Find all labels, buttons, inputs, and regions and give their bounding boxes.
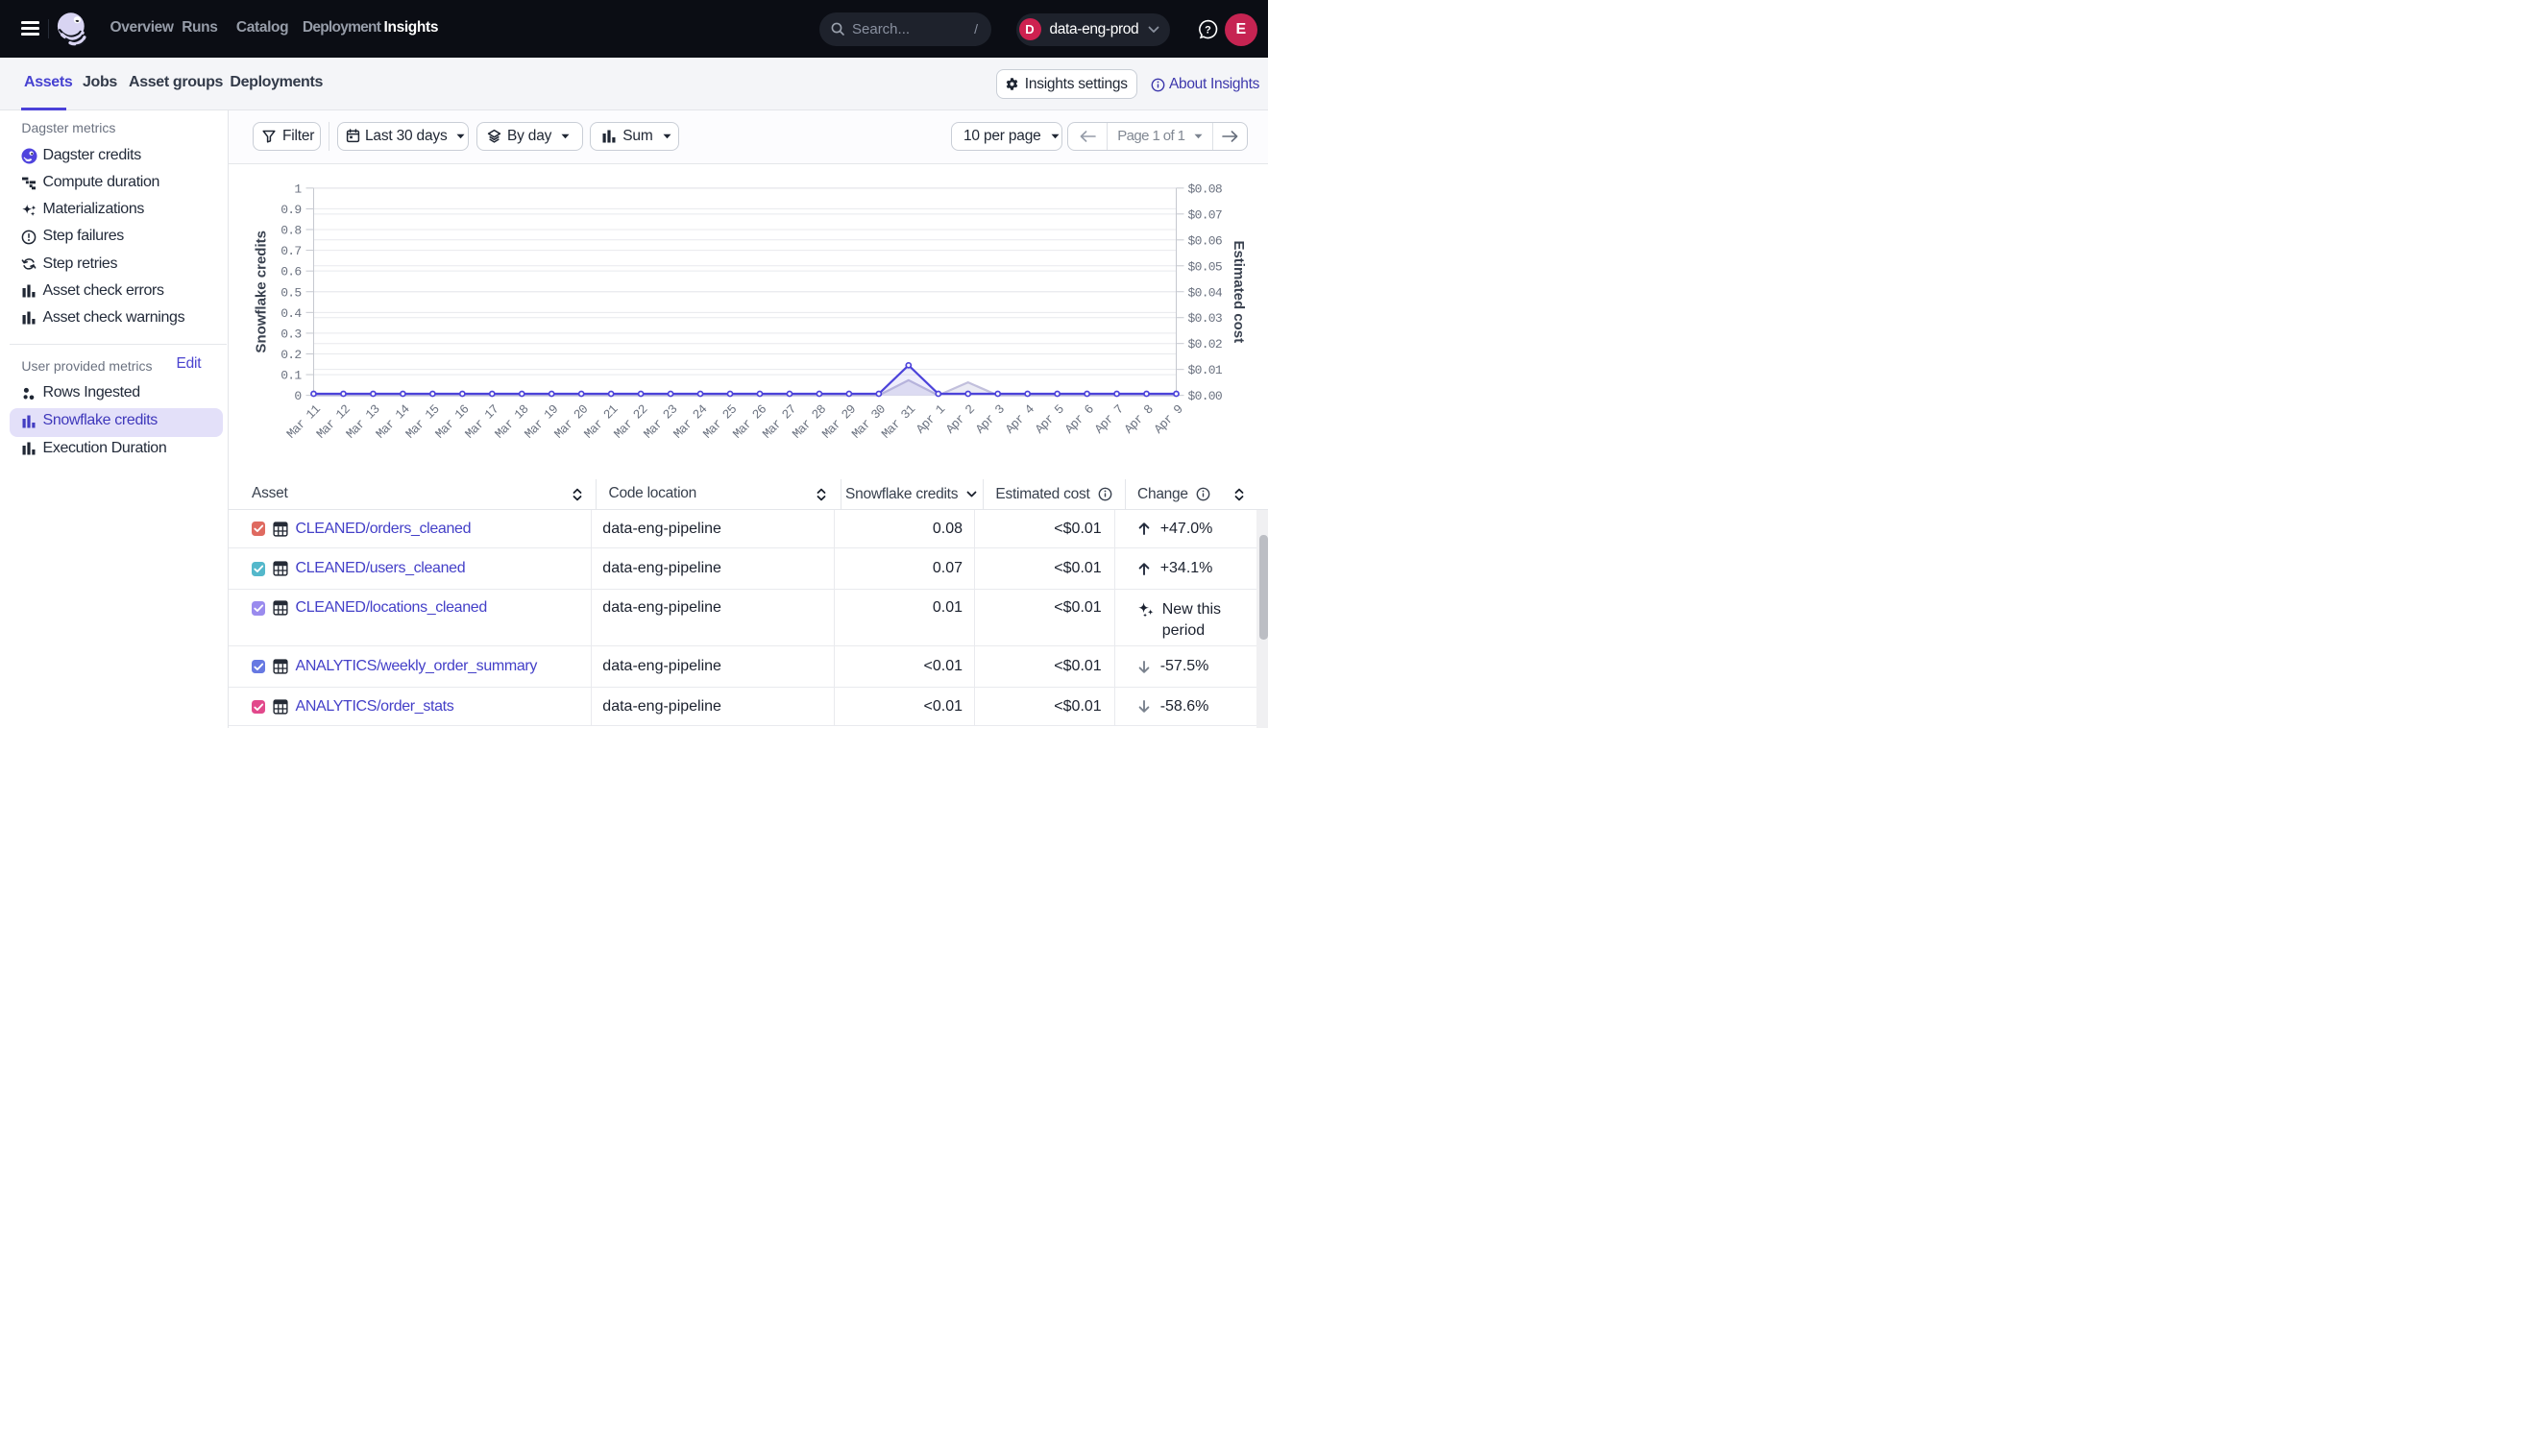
svg-text:0.1: 0.1 bbox=[280, 368, 302, 382]
svg-text:0.7: 0.7 bbox=[280, 244, 301, 258]
svg-text:Apr 5: Apr 5 bbox=[1032, 401, 1066, 436]
svg-text:$0.07: $0.07 bbox=[1187, 207, 1222, 222]
svg-text:$0.04: $0.04 bbox=[1187, 285, 1222, 300]
svg-text:0.5: 0.5 bbox=[280, 285, 301, 300]
svg-text:?: ? bbox=[1205, 25, 1211, 36]
svg-text:$0.01: $0.01 bbox=[1187, 363, 1222, 377]
svg-text:$0.02: $0.02 bbox=[1187, 337, 1222, 352]
svg-text:$0.08: $0.08 bbox=[1187, 182, 1222, 196]
svg-text:Apr 2: Apr 2 bbox=[942, 401, 977, 436]
svg-text:0.3: 0.3 bbox=[280, 327, 301, 341]
svg-text:$0.06: $0.06 bbox=[1187, 233, 1222, 248]
svg-text:Apr 4: Apr 4 bbox=[1002, 401, 1036, 436]
svg-text:Estimated cost: Estimated cost bbox=[1231, 240, 1247, 343]
svg-text:Apr 3: Apr 3 bbox=[972, 401, 1007, 436]
svg-text:$0.00: $0.00 bbox=[1187, 389, 1222, 403]
svg-text:0.6: 0.6 bbox=[280, 264, 301, 279]
svg-text:Apr 1: Apr 1 bbox=[913, 401, 947, 436]
svg-text:0: 0 bbox=[294, 389, 301, 403]
svg-text:Snowflake credits: Snowflake credits bbox=[253, 231, 269, 353]
svg-text:$0.05: $0.05 bbox=[1187, 259, 1222, 274]
svg-text:0.8: 0.8 bbox=[280, 223, 301, 237]
svg-text:0.2: 0.2 bbox=[280, 347, 301, 361]
svg-text:0.9: 0.9 bbox=[280, 202, 301, 216]
svg-text:0.4: 0.4 bbox=[280, 305, 302, 320]
svg-text:Apr 9: Apr 9 bbox=[1151, 401, 1185, 436]
svg-text:Apr 7: Apr 7 bbox=[1091, 401, 1126, 436]
svg-text:Apr 6: Apr 6 bbox=[1061, 401, 1096, 436]
svg-text:1: 1 bbox=[294, 182, 302, 196]
svg-text:Mar 31: Mar 31 bbox=[878, 401, 917, 441]
svg-text:$0.03: $0.03 bbox=[1187, 311, 1222, 326]
svg-text:Apr 8: Apr 8 bbox=[1121, 401, 1156, 436]
